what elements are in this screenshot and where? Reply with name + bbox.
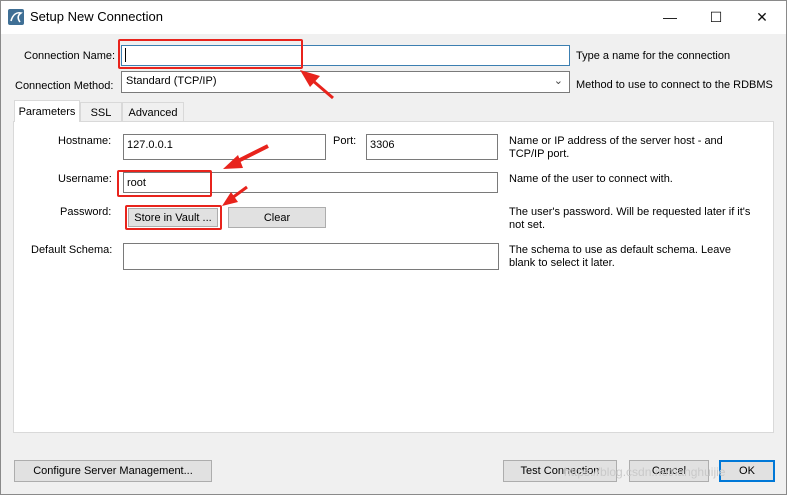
ok-button[interactable]: OK: [719, 460, 775, 482]
store-in-vault-button[interactable]: Store in Vault ...: [128, 208, 218, 227]
tab-advanced[interactable]: Advanced: [122, 102, 184, 122]
default-schema-input[interactable]: [123, 243, 499, 270]
clear-button[interactable]: Clear: [228, 207, 326, 228]
maximize-button[interactable]: ☐: [693, 0, 739, 34]
chevron-down-icon: ⌄: [553, 75, 563, 87]
port-label: Port:: [333, 135, 357, 147]
window-title: Setup New Connection: [30, 9, 163, 24]
password-help: The user's password. Will be requested l…: [509, 206, 751, 231]
close-button[interactable]: ✕: [739, 0, 785, 34]
text-cursor: [125, 48, 126, 62]
username-label: Username:: [58, 173, 112, 185]
password-label: Password:: [60, 206, 112, 218]
app-icon: [8, 9, 24, 25]
connection-method-help: Method to use to connect to the RDBMS: [576, 79, 773, 91]
connection-name-help: Type a name for the connection: [576, 50, 731, 62]
cancel-button[interactable]: Cancel: [629, 460, 709, 482]
port-input[interactable]: 3306: [366, 134, 498, 160]
default-schema-help: The schema to use as default schema. Lea…: [509, 244, 731, 269]
hostname-label: Hostname:: [58, 135, 112, 147]
hostname-input[interactable]: 127.0.0.1: [123, 134, 326, 160]
connection-method-select[interactable]: Standard (TCP/IP) ⌄: [121, 71, 570, 93]
connection-name-input[interactable]: [121, 45, 570, 66]
connection-name-label: Connection Name:: [24, 50, 116, 62]
username-help: Name of the user to connect with.: [509, 173, 673, 185]
tab-parameters[interactable]: Parameters: [14, 100, 80, 122]
username-input[interactable]: root: [123, 172, 498, 193]
connection-method-label: Connection Method:: [15, 80, 114, 92]
configure-server-management-button[interactable]: Configure Server Management...: [14, 460, 212, 482]
parameters-panel: [13, 121, 774, 433]
default-schema-label: Default Schema:: [31, 244, 113, 256]
tab-ssl[interactable]: SSL: [80, 102, 122, 122]
hostname-help: Name or IP address of the server host - …: [509, 135, 723, 160]
test-connection-button[interactable]: Test Connection: [503, 460, 617, 482]
connection-method-value: Standard (TCP/IP): [126, 75, 217, 87]
minimize-button[interactable]: —: [647, 0, 693, 34]
